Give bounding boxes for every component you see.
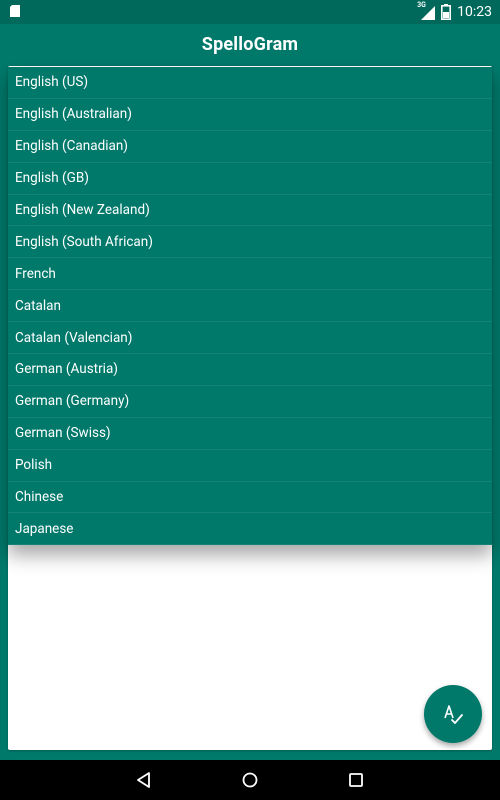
language-item[interactable]: French (8, 258, 492, 291)
status-icons: 3G 10:23 (417, 1, 492, 22)
language-item[interactable]: Catalan (Valencian) (8, 322, 492, 355)
language-item[interactable]: Polish (8, 450, 492, 482)
language-item[interactable]: English (South African) (8, 226, 492, 259)
language-item[interactable]: English (GB) (8, 163, 492, 195)
language-item[interactable]: Catalan (8, 290, 492, 323)
clock: 10:23 (457, 4, 492, 20)
language-dropdown: English (US) English (Australian) Englis… (8, 67, 492, 545)
language-item[interactable]: Chinese (8, 482, 492, 514)
language-item[interactable]: German (Swiss) (8, 418, 492, 450)
language-item[interactable]: German (Austria) (8, 354, 492, 386)
spellcheck-button[interactable] (424, 685, 482, 743)
recents-icon[interactable] (346, 770, 366, 790)
app-title: SpelloGram (201, 33, 299, 55)
language-item[interactable]: English (Australian) (8, 99, 492, 131)
language-item[interactable]: Japanese (8, 513, 492, 545)
network-3g-icon: 3G (417, 1, 436, 20)
app-bar: SpelloGram (0, 24, 500, 64)
language-item[interactable]: German (Germany) (8, 386, 492, 418)
language-item[interactable]: English (US) (8, 67, 492, 99)
sim-card-icon (10, 5, 20, 17)
battery-icon (441, 4, 452, 20)
language-item[interactable]: English (Canadian) (8, 131, 492, 163)
status-bar: 3G 10:23 (0, 0, 500, 24)
language-item[interactable]: English (New Zealand) (8, 195, 492, 227)
navigation-bar (0, 760, 500, 800)
spellcheck-icon (441, 702, 465, 726)
back-icon[interactable] (134, 770, 154, 790)
home-icon[interactable] (240, 770, 260, 790)
